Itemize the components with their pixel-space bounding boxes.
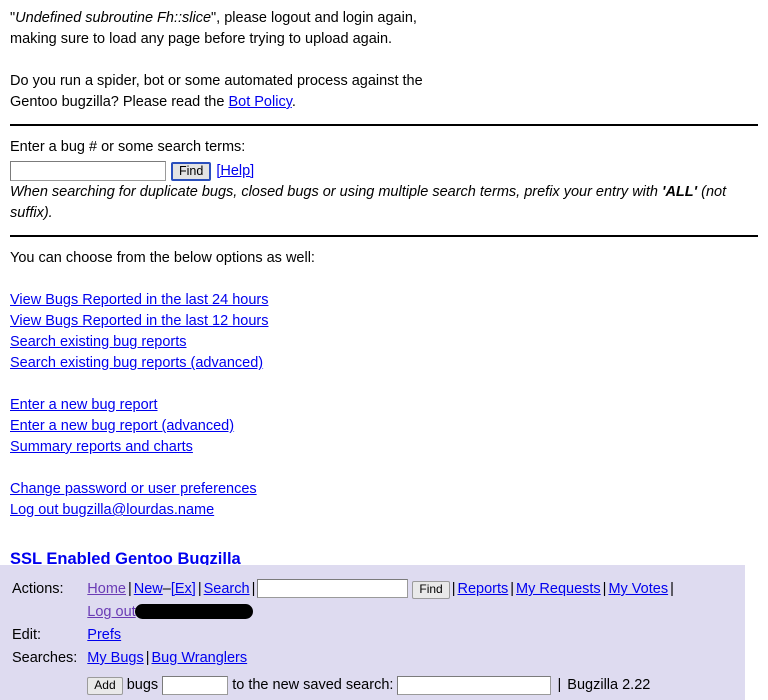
footer-saved-search-spacer xyxy=(12,671,87,698)
footer-panel: Actions: Home | New–[Ex] | Search | Find | Repor… xyxy=(0,565,745,700)
link-change-password-prefs[interactable]: Change password or user preferences xyxy=(10,479,257,500)
upload-error-notice-line2: making sure to load any page before tryi… xyxy=(10,31,393,47)
separator-pipe: | xyxy=(145,650,150,666)
footer-new-dash: – xyxy=(162,581,171,597)
footer-link-new[interactable]: New xyxy=(134,581,163,597)
link-row: Change password or user preferences xyxy=(10,479,758,500)
quicksearch-hint: When searching for duplicate bugs, close… xyxy=(10,182,758,224)
footer-link-reports[interactable]: Reports xyxy=(457,581,508,597)
quicksearch-label: Enter a bug # or some search terms: xyxy=(10,139,246,155)
link-row: Enter a new bug report (advanced) xyxy=(10,416,758,437)
upload-error-notice: "Undefined subroutine Fh::slice", please… xyxy=(10,8,758,50)
quicksearch-form: Find [Help] xyxy=(10,160,758,182)
options-group-account: Change password or user preferences Log … xyxy=(10,479,758,521)
link-row: Summary reports and charts xyxy=(10,437,758,458)
options-group-view: View Bugs Reported in the last 24 hours … xyxy=(10,290,758,374)
separator-pipe: | xyxy=(670,581,674,597)
footer-row-saved-search: Add bugs to the new saved search: | Bugz… xyxy=(12,671,676,698)
link-row: Enter a new bug report xyxy=(10,395,758,416)
footer-row-actions: Actions: Home | New–[Ex] | Search | Find | Repor… xyxy=(12,579,676,602)
quicksearch-find-button[interactable]: Find xyxy=(171,161,212,181)
bot-policy-paragraph: Do you run a spider, bot or some automat… xyxy=(10,71,758,113)
footer-edit-label: Edit: xyxy=(12,627,42,643)
quicksearch-input[interactable] xyxy=(10,161,166,181)
saved-search-bugs-input[interactable] xyxy=(162,676,229,695)
link-search-existing[interactable]: Search existing bug reports xyxy=(10,332,187,353)
footer-row-logout: Log out xyxy=(12,602,676,625)
footer-link-ex[interactable]: [Ex] xyxy=(171,581,196,597)
quote-close-text: ", please logout and login again, xyxy=(211,10,417,26)
footer-link-home[interactable]: Home xyxy=(87,581,126,597)
footer-link-my-votes[interactable]: My Votes xyxy=(608,581,668,597)
footer-link-search[interactable]: Search xyxy=(204,581,250,597)
link-row: View Bugs Reported in the last 24 hours xyxy=(10,290,758,311)
saved-search-name-input[interactable] xyxy=(397,676,552,695)
footer-edit-links: Prefs xyxy=(87,625,676,648)
bot-policy-line1: Do you run a spider, bot or some automat… xyxy=(10,73,423,89)
quicksearch-section: Enter a bug # or some search terms: Find… xyxy=(10,137,758,224)
footer-saved-search-form: Add bugs to the new saved search: | Bugz… xyxy=(87,671,676,698)
link-view-bugs-12h[interactable]: View Bugs Reported in the last 12 hours xyxy=(10,311,268,332)
link-view-bugs-24h[interactable]: View Bugs Reported in the last 24 hours xyxy=(10,290,268,311)
separator-pipe: | xyxy=(510,581,515,597)
options-spacer-2 xyxy=(10,374,758,395)
bot-policy-line2-prefix: Gentoo bugzilla? Please read the xyxy=(10,94,229,110)
link-enter-new-bug-advanced[interactable]: Enter a new bug report (advanced) xyxy=(10,416,234,437)
divider-top xyxy=(10,124,758,126)
bugzilla-version-label: Bugzilla 2.22 xyxy=(567,677,651,693)
footer-link-bug-wranglers[interactable]: Bug Wranglers xyxy=(152,650,248,666)
quicksearch-hint-bold: 'ALL' xyxy=(662,184,698,200)
saved-search-to-label: to the new saved search: xyxy=(232,677,394,693)
divider-bottom xyxy=(10,235,758,237)
footer-searches-label: Searches: xyxy=(12,650,78,666)
bot-policy-link[interactable]: Bot Policy xyxy=(228,94,291,110)
footer-link-logout[interactable]: Log out xyxy=(87,604,135,620)
footer-actions-links: Home | New–[Ex] | Search | Find | Reports | My Req… xyxy=(87,579,676,602)
footer-link-prefs[interactable]: Prefs xyxy=(87,627,121,643)
quicksearch-hint-prefix: When searching for duplicate bugs, close… xyxy=(10,184,663,200)
link-log-out-user[interactable]: Log out bugzilla@lourdas.name xyxy=(10,500,214,521)
options-spacer-4 xyxy=(10,521,758,542)
separator-pipe: | xyxy=(197,581,202,597)
add-saved-search-button[interactable]: Add xyxy=(87,676,123,695)
footer-actions-label: Actions: xyxy=(12,581,64,597)
footer-find-input[interactable] xyxy=(257,579,409,598)
link-enter-new-bug[interactable]: Enter a new bug report xyxy=(10,395,158,416)
footer-row-edit: Edit: Prefs xyxy=(12,625,676,648)
quicksearch-help-link[interactable]: [Help] xyxy=(216,163,254,179)
options-spacer-1 xyxy=(10,269,758,290)
separator-pipe: | xyxy=(251,581,256,597)
link-summary-reports-charts[interactable]: Summary reports and charts xyxy=(10,437,193,458)
top-spacer xyxy=(10,0,758,8)
footer-link-my-requests[interactable]: My Requests xyxy=(516,581,601,597)
error-message-italic: Undefined subroutine Fh::slice xyxy=(15,10,212,26)
options-group-new: Enter a new bug report Enter a new bug r… xyxy=(10,395,758,458)
footer-logout-spacer xyxy=(12,602,87,625)
link-row: View Bugs Reported in the last 12 hours xyxy=(10,311,758,332)
link-row: Search existing bug reports (advanced) xyxy=(10,353,758,374)
options-spacer-3 xyxy=(10,458,758,479)
footer-nav-table: Actions: Home | New–[Ex] | Search | Find | Repor… xyxy=(12,579,676,698)
footer-find-button[interactable]: Find xyxy=(412,581,450,599)
redacted-username-bar xyxy=(134,604,253,619)
link-search-existing-advanced[interactable]: Search existing bug reports (advanced) xyxy=(10,353,263,374)
link-row: Log out bugzilla@lourdas.name xyxy=(10,500,758,521)
options-heading: You can choose from the below options as… xyxy=(10,250,315,266)
link-row: Search existing bug reports xyxy=(10,332,758,353)
separator-pipe: | xyxy=(127,581,132,597)
footer-row-searches: Searches: My Bugs | Bug Wranglers xyxy=(12,648,676,671)
footer-logout-cell: Log out xyxy=(87,602,676,625)
separator-pipe: | xyxy=(557,677,562,693)
footer-link-my-bugs[interactable]: My Bugs xyxy=(87,650,143,666)
page-body: "Undefined subroutine Fh::slice", please… xyxy=(0,0,768,570)
bot-policy-line2-suffix: . xyxy=(291,94,296,110)
saved-search-bugs-label: bugs xyxy=(126,677,159,693)
footer-searches-links: My Bugs | Bug Wranglers xyxy=(87,648,676,671)
